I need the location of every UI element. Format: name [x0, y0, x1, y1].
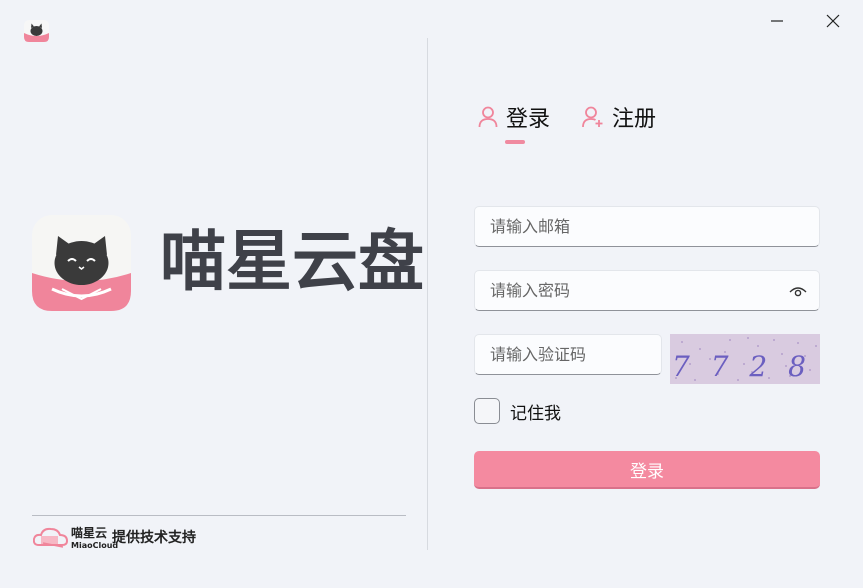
close-icon	[826, 14, 840, 28]
password-input[interactable]	[490, 281, 779, 300]
close-button[interactable]	[820, 8, 846, 34]
footer-brand-name: 喵星云	[71, 526, 108, 540]
tab-register-label: 注册	[612, 107, 657, 132]
captcha-text: 7 7 2 8	[672, 350, 812, 383]
cat-logo-icon	[32, 215, 131, 311]
minimize-icon	[771, 20, 783, 22]
tab-login[interactable]: 登录	[478, 100, 550, 134]
brand-name: 喵星云盘	[160, 223, 424, 300]
remember-me[interactable]: 记住我	[474, 398, 561, 424]
brand-panel: 喵星云盘 喵星云 MiaoCloud 提供技术支持	[0, 0, 427, 588]
tab-login-label: 登录	[506, 107, 551, 132]
captcha-field-container	[474, 334, 662, 375]
email-input[interactable]	[490, 217, 819, 236]
minimize-button[interactable]	[764, 8, 790, 34]
login-button[interactable]: 登录	[474, 451, 820, 489]
captcha-image[interactable]: 7 7 2 8	[670, 334, 820, 384]
password-field-container	[474, 270, 820, 311]
footer-support-text: 提供技术支持	[112, 530, 196, 546]
panel-divider	[427, 38, 428, 550]
user-add-icon	[582, 106, 603, 128]
active-tab-indicator	[505, 140, 525, 144]
user-icon	[478, 106, 498, 128]
footer-divider	[32, 515, 406, 516]
captcha-input[interactable]	[490, 345, 661, 364]
eye-icon[interactable]	[789, 283, 807, 299]
email-field-container	[474, 206, 820, 247]
remember-label: 记住我	[510, 403, 561, 424]
remember-checkbox[interactable]	[474, 398, 500, 424]
tab-register[interactable]: 注册	[582, 100, 656, 134]
